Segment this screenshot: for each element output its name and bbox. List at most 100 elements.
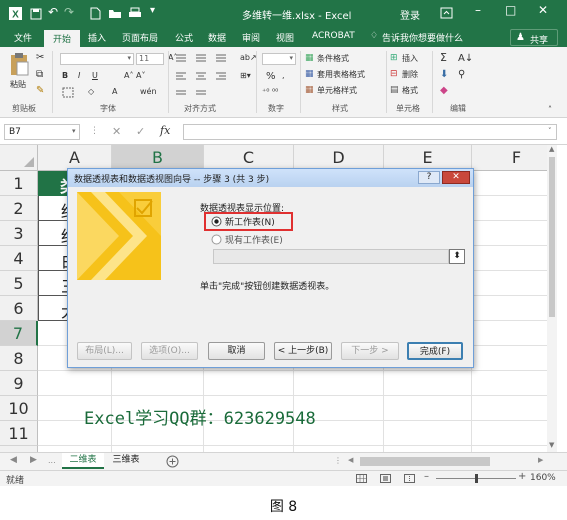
zoom-slider-thumb[interactable] [475, 474, 478, 483]
layout-button[interactable]: 布局(L)... [77, 342, 132, 360]
range-picker-icon[interactable]: ⬍ [449, 249, 465, 264]
row-header[interactable]: 11 [0, 421, 38, 446]
percent-button[interactable]: % [266, 71, 276, 82]
enter-icon[interactable]: ✓ [136, 125, 145, 138]
tab-acrobat[interactable]: ACROBAT [312, 31, 355, 41]
options-button[interactable]: 选项(O)... [141, 342, 198, 360]
column-header-f[interactable]: F [472, 145, 557, 171]
expand-formula-icon[interactable]: ˅ [548, 127, 552, 135]
paste-icon[interactable] [8, 52, 30, 78]
row-header[interactable]: 4 [0, 246, 38, 271]
select-all-corner[interactable] [0, 145, 38, 171]
decimal-icon[interactable]: ⁺⁰ ⁰⁰ [262, 87, 278, 96]
print-icon[interactable] [128, 7, 142, 20]
row-header[interactable]: 2 [0, 196, 38, 221]
row-header[interactable]: 9 [0, 371, 38, 396]
clear-icon[interactable]: ◆ [440, 85, 448, 96]
cancel-button[interactable]: 取消 [208, 342, 265, 360]
radio-existing-sheet[interactable] [211, 234, 222, 245]
dialog-close-button[interactable]: ✕ [442, 171, 470, 184]
tab-review[interactable]: 审阅 [242, 31, 260, 44]
cut-icon[interactable]: ✂ [36, 52, 44, 63]
alignment-buttons[interactable] [174, 53, 234, 99]
page-break-view-icon[interactable] [404, 474, 415, 483]
minimize-icon[interactable]: – [475, 3, 481, 17]
bold-button[interactable]: B [62, 71, 68, 80]
sort-filter-icon[interactable]: A↓ [458, 53, 473, 64]
sheet-nav-right-icon[interactable]: ▶ [30, 455, 37, 465]
italic-button[interactable]: I [78, 71, 80, 80]
radio-new-sheet[interactable] [211, 216, 222, 227]
tab-data[interactable]: 数据 [208, 31, 226, 44]
sheet-more-left[interactable]: ... [48, 456, 56, 465]
help-button[interactable]: ? [418, 171, 440, 184]
number-format-select[interactable]: ▾ [262, 53, 296, 65]
collapse-ribbon-icon[interactable]: ˄ [548, 105, 552, 114]
fx-icon[interactable]: fx [160, 124, 170, 137]
name-box[interactable]: B7 [4, 124, 80, 140]
borders-icon[interactable] [62, 87, 74, 98]
existing-sheet-label[interactable]: 现有工作表(E) [225, 233, 283, 246]
sheet-tab[interactable]: 三维表 [106, 453, 146, 469]
zoom-level[interactable]: 160% [530, 473, 556, 483]
open-icon[interactable] [108, 8, 122, 19]
row-header[interactable]: 5 [0, 271, 38, 296]
save-icon[interactable] [30, 8, 42, 20]
phonetic-icon[interactable]: wén [140, 87, 157, 96]
sheet-tab-active[interactable]: 二维表 [62, 453, 104, 469]
formula-input[interactable] [183, 124, 557, 140]
tab-page-layout[interactable]: 页面布局 [122, 31, 158, 44]
underline-button[interactable]: U [92, 71, 98, 80]
ribbon-display-icon[interactable] [440, 7, 453, 19]
copy-icon[interactable]: ⧉ [36, 69, 43, 80]
row-header[interactable]: 10 [0, 396, 38, 421]
add-sheet-icon[interactable] [166, 455, 179, 468]
split-handle-icon[interactable]: ⋮ [334, 456, 342, 465]
finish-button[interactable]: 完成(F) [407, 342, 463, 360]
fill-icon[interactable]: ⬇ [440, 69, 448, 80]
tab-file[interactable]: 文件 [14, 31, 32, 44]
tab-insert[interactable]: 插入 [88, 31, 106, 44]
page-layout-view-icon[interactable] [380, 474, 391, 483]
login-link[interactable]: 登录 [400, 7, 420, 22]
tab-home[interactable]: 开始 [44, 30, 80, 47]
customize-icon[interactable]: ▾ [150, 5, 155, 16]
tab-formulas[interactable]: 公式 [175, 31, 193, 44]
row-header-selected[interactable]: 7 [0, 321, 38, 346]
namebox-dropdown-icon[interactable]: ▾ [72, 127, 76, 135]
maximize-icon[interactable]: □ [505, 3, 516, 17]
scroll-up-icon[interactable]: ▲ [549, 145, 554, 153]
undo-icon[interactable]: ↶ [48, 5, 58, 19]
new-sheet-label[interactable]: 新工作表(N) [225, 215, 275, 228]
tell-me-box[interactable]: 告诉我你想要做什么 [382, 31, 463, 44]
hscroll-left-icon[interactable]: ◀ [348, 456, 353, 464]
orientation-icon[interactable]: ab↗ [240, 53, 257, 62]
back-button[interactable]: < 上一步(B) [274, 342, 332, 360]
sheet-nav-left-icon[interactable]: ◀ [10, 455, 17, 465]
location-input[interactable] [213, 249, 449, 264]
find-select-icon[interactable]: ⚲ [458, 69, 465, 80]
row-header[interactable]: 8 [0, 346, 38, 371]
scroll-thumb[interactable] [549, 157, 555, 317]
row-header[interactable]: 1 [0, 171, 38, 196]
redo-icon[interactable]: ↷ [64, 5, 74, 19]
comma-style-icon[interactable]: , [282, 71, 285, 80]
zoom-in-icon[interactable]: + [518, 471, 526, 482]
format-painter-icon[interactable]: ✎ [36, 85, 44, 96]
next-button[interactable]: 下一步 > [341, 342, 399, 360]
merge-center-icon[interactable]: ⊞▾ [240, 71, 251, 80]
share-button[interactable]: ♟ 共享 [510, 29, 558, 46]
normal-view-icon[interactable] [356, 474, 367, 483]
hscroll-right-icon[interactable]: ▶ [538, 456, 543, 464]
font-size-select[interactable]: 11 [136, 53, 164, 65]
font-color-icon[interactable]: A [112, 87, 117, 96]
horizontal-scroll-thumb[interactable] [360, 457, 490, 466]
row-header[interactable]: 6 [0, 296, 38, 321]
font-name-select[interactable]: ▾ [60, 53, 134, 65]
scroll-down-icon[interactable]: ▼ [549, 441, 554, 449]
zoom-out-icon[interactable]: – [424, 471, 429, 482]
row-header[interactable]: 3 [0, 221, 38, 246]
tab-view[interactable]: 视图 [276, 31, 294, 44]
new-icon[interactable] [90, 7, 101, 20]
fill-color-icon[interactable]: ◇ [88, 87, 94, 96]
